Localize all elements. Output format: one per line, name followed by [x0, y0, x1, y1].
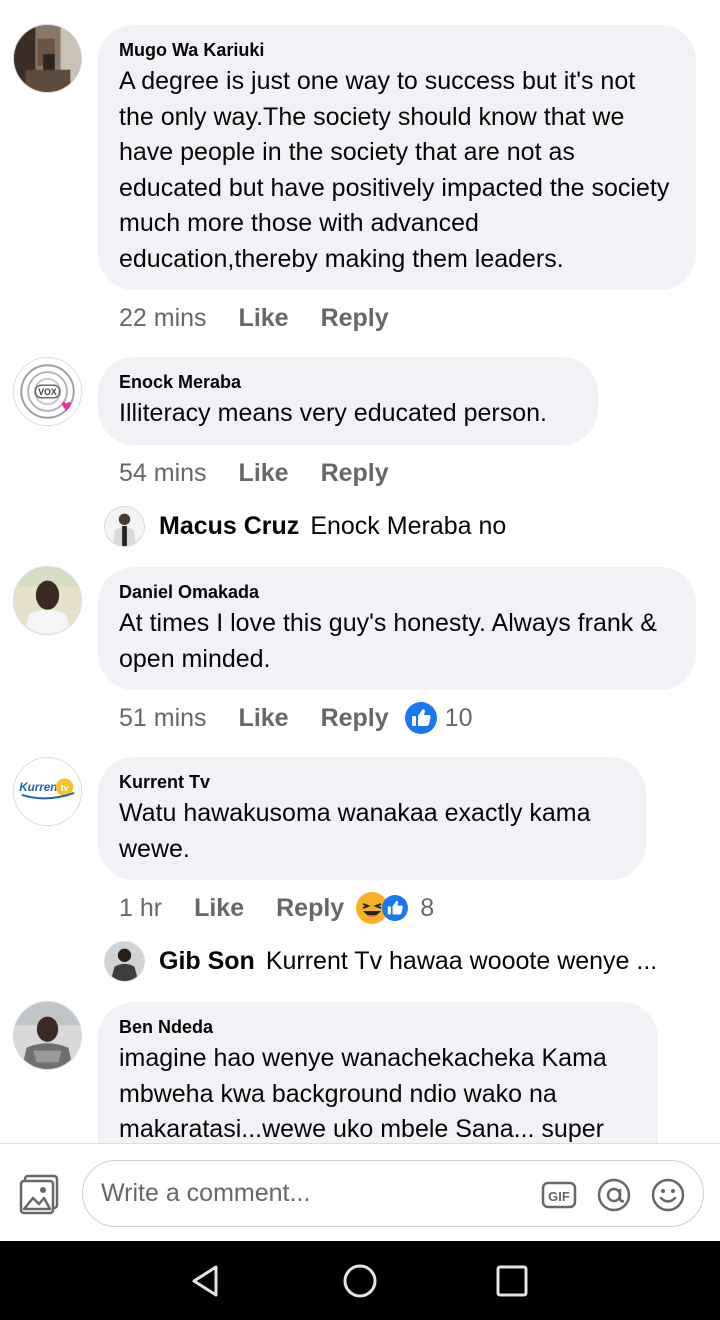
- reaction-count: 8: [420, 893, 435, 922]
- avatar-enock[interactable]: VOX: [13, 357, 82, 426]
- reply-text: Enock Meraba no: [310, 511, 507, 540]
- avatar-ben[interactable]: [13, 1001, 82, 1070]
- comment-author[interactable]: Kurrent Tv: [119, 771, 624, 793]
- comment-bubble: Enock Meraba Illiteracy means very educa…: [98, 357, 598, 445]
- like-button[interactable]: Like: [239, 704, 289, 733]
- reply-button[interactable]: Reply: [276, 894, 344, 923]
- comment-composer: Write a comment... GIF: [0, 1143, 720, 1241]
- reply-button[interactable]: Reply: [321, 304, 389, 333]
- comment-input-placeholder: Write a comment...: [101, 1179, 311, 1207]
- reaction-summary[interactable]: 8: [356, 892, 434, 924]
- reply-preview[interactable]: Gib Son Kurrent Tv hawaa wooote wenye ..…: [104, 940, 657, 982]
- comment-author[interactable]: Enock Meraba: [119, 371, 576, 393]
- comment-text: A degree is just one way to success but …: [119, 67, 670, 273]
- like-reaction-icon: [382, 895, 409, 921]
- reply-author[interactable]: Gib Son: [159, 947, 255, 976]
- comment-actions: 22 mins Like Reply: [119, 302, 421, 334]
- comment-text: Illiteracy means very educated person.: [119, 399, 547, 427]
- avatar-macus[interactable]: [104, 505, 145, 547]
- reply-text: Kurrent Tv hawaa wooote wenye ...: [265, 946, 658, 975]
- comment-actions: 54 mins Like Reply: [119, 457, 421, 489]
- reaction-summary[interactable]: 10: [404, 702, 473, 734]
- back-icon[interactable]: [186, 1261, 226, 1301]
- avatar-kurrent[interactable]: Kurrent tv: [13, 757, 82, 826]
- comment-actions: 51 mins Like Reply 10: [119, 702, 472, 734]
- comment-input[interactable]: Write a comment... GIF: [82, 1160, 704, 1227]
- mention-icon[interactable]: [596, 1177, 632, 1213]
- comment-bubble: Daniel Omakada At times I love this guy'…: [98, 567, 696, 690]
- gif-icon[interactable]: GIF: [541, 1177, 577, 1213]
- svg-text:GIF: GIF: [548, 1189, 570, 1204]
- recents-icon[interactable]: [492, 1261, 532, 1301]
- comment-actions: 1 hr Like Reply 8: [119, 892, 434, 924]
- avatar-gibson[interactable]: [104, 940, 145, 982]
- reply-preview[interactable]: Macus Cruz Enock Meraba no: [104, 505, 506, 547]
- avatar-mugo[interactable]: [13, 24, 82, 93]
- reply-button[interactable]: Reply: [321, 704, 389, 733]
- comment-timestamp: 1 hr: [119, 893, 163, 922]
- reply-button[interactable]: Reply: [321, 459, 389, 488]
- like-reaction-icon: [404, 702, 437, 734]
- photo-icon[interactable]: [19, 1174, 61, 1216]
- comment-timestamp: 51 mins: [119, 703, 207, 732]
- comment-text: At times I love this guy's honesty. Alwa…: [119, 609, 657, 673]
- reply-author[interactable]: Macus Cruz: [159, 512, 299, 541]
- like-button[interactable]: Like: [239, 304, 289, 333]
- like-button[interactable]: Like: [194, 894, 244, 923]
- home-icon[interactable]: [340, 1261, 380, 1301]
- comment-timestamp: 22 mins: [119, 303, 207, 332]
- emoji-icon[interactable]: [650, 1177, 686, 1213]
- comment-text: imagine hao wenye wanachekacheka Kama mb…: [119, 1044, 607, 1143]
- comment-timestamp: 54 mins: [119, 458, 207, 487]
- avatar-daniel[interactable]: [13, 566, 82, 635]
- comment-author[interactable]: Ben Ndeda: [119, 1016, 636, 1038]
- comment-bubble: Kurrent Tv Watu hawakusoma wanakaa exact…: [98, 757, 646, 880]
- comment-bubble: Ben Ndeda imagine hao wenye wanachekache…: [98, 1002, 658, 1143]
- comment-author[interactable]: Mugo Wa Kariuki: [119, 39, 674, 61]
- like-button[interactable]: Like: [239, 459, 289, 488]
- comments-feed: Mugo Wa Kariuki A degree is just one way…: [0, 0, 720, 1143]
- system-navigation-bar: [0, 1241, 720, 1320]
- comment-bubble: Mugo Wa Kariuki A degree is just one way…: [98, 25, 696, 290]
- comment-text: Watu hawakusoma wanakaa exactly kama wew…: [119, 799, 591, 863]
- reaction-count: 10: [444, 703, 473, 732]
- avatar-enock-caption: VOX: [38, 387, 57, 397]
- avatar-kurrent-badge: tv: [61, 783, 69, 793]
- comment-author[interactable]: Daniel Omakada: [119, 581, 674, 603]
